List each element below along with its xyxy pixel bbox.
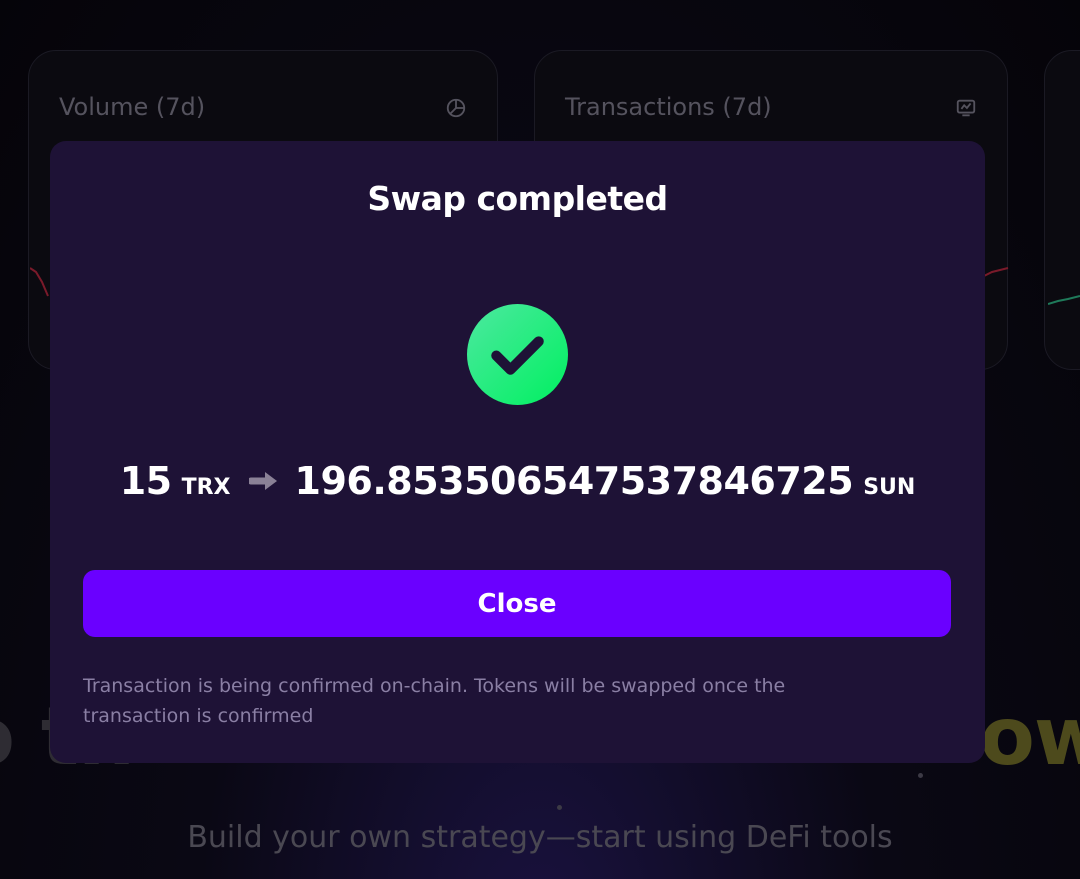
page: Volume (7d) Transactions (7d) o th owe B… xyxy=(0,0,1080,879)
to-amount: 196.853506547537846725 xyxy=(294,459,854,503)
transactions-card-title: Transactions (7d) xyxy=(565,93,772,121)
decor-dot xyxy=(918,773,923,778)
to-unit: SUN xyxy=(863,475,916,500)
dialog-title: Swap completed xyxy=(367,179,668,218)
confirmation-note: Transaction is being confirmed on-chain.… xyxy=(83,675,786,727)
close-button[interactable]: Close xyxy=(83,570,951,637)
pie-chart-icon xyxy=(446,98,466,118)
swap-completed-dialog: Swap completed 15 TRX 196.85350654753784… xyxy=(50,141,985,763)
third-card xyxy=(1044,50,1080,370)
swap-summary: 15 TRX 196.853506547537846725 SUN xyxy=(50,459,985,503)
volume-sparkline xyxy=(30,267,49,297)
hero-heading-right: owe xyxy=(979,690,1080,783)
monitor-chart-icon xyxy=(956,99,976,117)
volume-card-title: Volume (7d) xyxy=(59,93,206,121)
arrow-right-icon xyxy=(248,472,277,490)
from-unit: TRX xyxy=(181,475,231,500)
hero-subtitle: Build your own strategy—start using DeFi… xyxy=(187,820,893,855)
from-amount: 15 xyxy=(119,459,172,503)
transactions-sparkline xyxy=(984,267,1009,277)
third-sparkline xyxy=(1048,295,1080,305)
decor-dot xyxy=(557,805,562,810)
check-circle-icon xyxy=(467,304,568,405)
